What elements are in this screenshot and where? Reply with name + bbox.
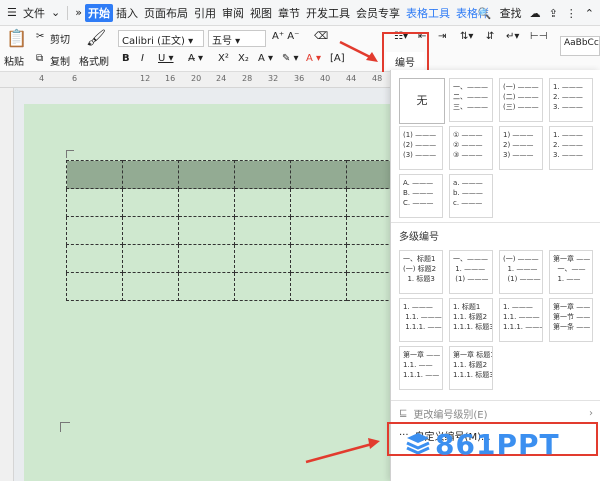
arrow-to-custom-numbering	[305, 442, 373, 464]
watermark-text: 861PPT	[435, 428, 560, 461]
arrow-to-numbering	[339, 40, 373, 60]
annotation-arrows	[305, 40, 380, 464]
watermark-logo-icon	[405, 432, 431, 455]
arrowhead	[368, 438, 380, 449]
